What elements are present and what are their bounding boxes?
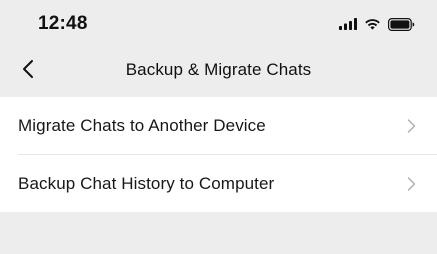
chevron-right-icon xyxy=(407,176,416,191)
menu-item-label: Migrate Chats to Another Device xyxy=(18,115,266,135)
status-time: 12:48 xyxy=(38,13,88,34)
wifi-icon xyxy=(364,18,381,30)
chevron-right-icon xyxy=(407,118,416,133)
status-icons xyxy=(339,16,415,32)
nav-bar: Backup & Migrate Chats xyxy=(0,46,437,96)
menu-list: Migrate Chats to Another Device Backup C… xyxy=(0,97,437,212)
backup-chat-history-item[interactable]: Backup Chat History to Computer xyxy=(0,155,437,212)
status-bar: 12:48 xyxy=(0,0,437,46)
signal-icon xyxy=(339,18,357,30)
page-title: Backup & Migrate Chats xyxy=(125,60,312,79)
migrate-chats-item[interactable]: Migrate Chats to Another Device xyxy=(0,97,437,154)
battery-icon xyxy=(388,17,415,31)
menu-item-label: Backup Chat History to Computer xyxy=(18,173,275,193)
